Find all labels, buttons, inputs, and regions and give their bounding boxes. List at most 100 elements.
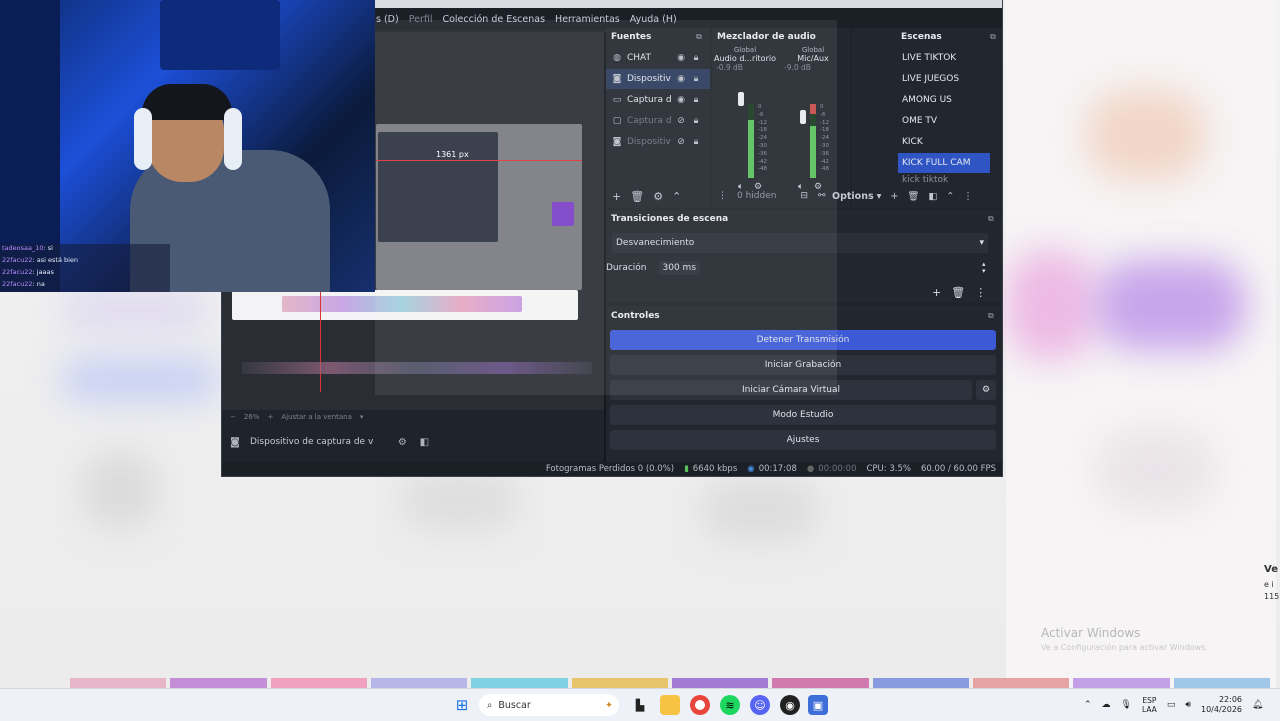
search-highlight-icon: ✦ [605,699,613,711]
taskbar-search[interactable]: ⌕ Buscar ✦ [479,694,619,716]
trash-icon[interactable]: 🗑︎ [907,191,919,202]
scenes-toolbar: Options ▾ + 🗑︎ ◧ ⌃ ⋮ [832,186,1002,206]
bg-blur-3 [80,450,160,530]
scene-item[interactable]: OME TV [898,111,998,131]
bg-blur-9 [1096,260,1246,350]
bg-thumbnail-strip [70,678,1270,688]
filters-icon[interactable]: ◧ [928,191,937,202]
search-placeholder: Buscar [498,699,531,711]
scene-item[interactable]: kick tiktok [898,174,998,186]
microphone-icon[interactable]: 🎙︎ [1121,700,1132,710]
chat-user: 22facu22 [2,256,33,264]
scene-item-selected[interactable]: KICK FULL CAM [898,153,990,173]
search-icon: ⌕ [487,699,493,711]
source-toolbar: ◙ Dispositivo de captura de v ⚙ ◧ [222,430,610,454]
scenes-dock: Escenas ⧉ LIVE TIKTOK LIVE JUEGOS AMONG … [852,28,1002,208]
record-icon: ● [806,464,815,474]
chat-user: 22facu22 [2,280,33,288]
preview-red-guide-v [320,292,321,392]
edge-text-3: 115 [1264,592,1280,601]
webcam-feed: tadeosaa_10: si 22facu22: asi está bien … [0,0,375,292]
stream-icon: ◉ [747,464,755,474]
virtual-camera-gear-icon[interactable]: ⚙ [976,380,996,400]
chat-message: 22facu22: asi está bien [2,256,192,267]
live-time: 00:17:08 [758,464,797,474]
bg-blur-1 [60,290,210,330]
spin-icon[interactable]: ▴ ▾ [982,261,986,275]
zoom-out-icon[interactable]: − [230,413,236,421]
settings-button[interactable]: Ajustes [610,430,996,450]
preview-zoom-bar: − 26% + Ajustar a la ventana ▾ [222,410,612,424]
bg-blur-4 [400,470,520,530]
file-explorer-icon[interactable] [660,695,680,715]
webcam-person-hair [142,84,232,120]
zoom-level: 26% [243,413,260,421]
chat-message: tadeosaa_10: si [2,244,192,255]
discord-icon[interactable]: ☺ [750,695,770,715]
signal-icon: ▮ [684,464,689,474]
status-bar: Fotogramas Perdidos 0 (0.0%) ▮ 6640 kbps… [222,462,1002,476]
add-scene-icon[interactable]: + [890,191,898,202]
transition-ghost-overlay [375,20,837,395]
filters-icon[interactable]: ◧ [417,435,431,449]
chat-text: : asi está bien [32,256,79,264]
selected-source-label: Dispositivo de captura de v [250,437,374,447]
volume-icon[interactable]: 🔊︎ [1185,700,1191,710]
chat-text: : si [43,244,53,252]
network-icon[interactable]: ▭ [1167,700,1176,710]
spotify-icon[interactable]: ≋ [720,695,740,715]
scene-item[interactable]: AMONG US [898,90,998,110]
undock-icon[interactable]: ⧉ [990,32,1000,42]
windows-start-icon[interactable]: ⊞ [452,695,472,715]
clock[interactable]: 22:06 10/4/2026 [1201,695,1242,715]
bg-side-card [1006,0,1276,688]
chevron-up-icon[interactable]: ⌃ [1084,700,1092,710]
notification-bell-icon[interactable]: 🔔︎ [1252,700,1263,710]
bg-blur-5 [700,480,820,540]
activate-windows-sub: Ve a Configuración para activar Windows. [1041,643,1208,652]
language-indicator[interactable]: ESP LAA [1142,696,1157,714]
headphone-right [224,108,242,170]
transition-tools: + 🗑︎ ⋮ [932,282,986,302]
chat-message: 22facu22: jaaas [2,268,192,279]
app-icon[interactable]: ▣ [808,695,828,715]
obs-icon[interactable]: ◉ [780,695,800,715]
windows-taskbar: ⊞ ⌕ Buscar ✦ ▙ ≋ ☺ ◉ ▣ ⌃ ☁ 🎙︎ ESP LAA ▭ … [0,688,1280,721]
bg-blur-7 [1086,90,1206,180]
more-icon[interactable]: ⋮ [975,286,986,299]
gear-icon[interactable]: ⚙ [395,435,409,449]
scene-options-button[interactable]: Options [832,191,874,202]
zoom-in-icon[interactable]: + [267,413,273,421]
fps: 60.00 / 60.00 FPS [920,464,996,474]
scenes-title: Escenas [901,32,942,42]
chevron-down-icon[interactable]: ▾ [360,413,364,421]
scene-item[interactable]: LIVE JUEGOS [898,69,998,89]
studio-mode-button[interactable]: Modo Estudio [610,405,996,425]
scene-item[interactable]: KICK [898,132,998,152]
more-icon[interactable]: ⋮ [963,191,973,202]
record-time: 00:00:00 [818,464,857,474]
cloud-icon[interactable]: ☁ [1102,700,1111,710]
chevron-up-icon[interactable]: ⌃ [946,191,954,202]
clock-date: 10/4/2026 [1201,705,1243,714]
scene-item[interactable]: LIVE TIKTOK [898,48,998,68]
keyboard-layout: LAA [1141,705,1157,714]
bg-blur-8 [1006,250,1096,360]
camera-icon: ◙ [230,436,240,448]
chevron-down-icon[interactable]: ▾ [877,191,882,202]
trash-icon[interactable]: 🗑︎ [951,286,965,299]
system-tray: ⌃ ☁ 🎙︎ ESP LAA ▭ 🔊︎ 22:06 10/4/2026 🔔︎ [1084,689,1263,721]
language-code: ESP [1142,696,1157,705]
fit-window-label[interactable]: Ajustar a la ventana [281,413,352,421]
undock-icon[interactable]: ⧉ [988,214,998,224]
edge-text-2: e i [1264,580,1274,589]
add-transition-icon[interactable]: + [932,286,941,299]
task-view-icon[interactable]: ▙ [630,695,650,715]
bg-blur-2 [60,360,220,400]
chrome-icon[interactable] [690,695,710,715]
chat-user: tadeosaa_10 [2,244,44,252]
undock-icon[interactable]: ⧉ [988,311,998,321]
edge-text-1: Ve [1264,564,1278,575]
chevron-down-icon[interactable]: ▾ [979,238,984,248]
chat-text: : jaaas [32,268,54,276]
